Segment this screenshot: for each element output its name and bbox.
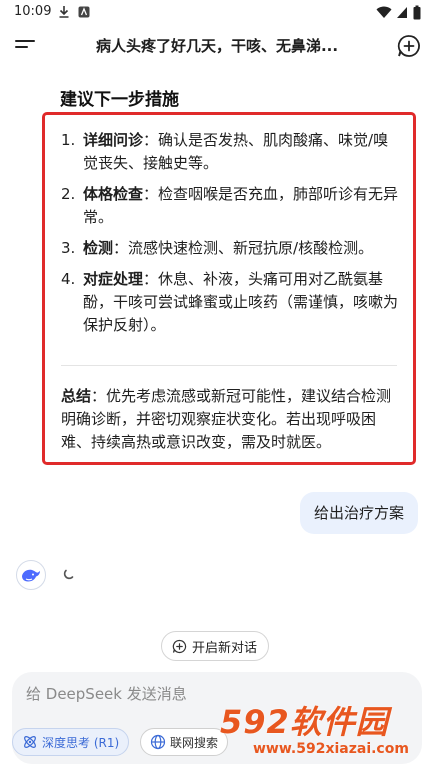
message-composer: 深度思考 (R1) 联网搜索: [12, 672, 422, 764]
summary-text: ：优先考虑流感或新冠可能性，建议结合检测明确诊断，并密切观察症状变化。若出现呼吸…: [61, 387, 392, 451]
web-search-toggle[interactable]: 联网搜索: [140, 728, 229, 756]
wifi-icon: [376, 6, 392, 18]
globe-icon: [150, 734, 166, 750]
step-term: 体格检查: [83, 185, 144, 203]
step-term: 检测: [83, 239, 114, 257]
new-chat-icon[interactable]: [396, 33, 422, 59]
steps-list: 1. 详细问诊：确认是否发热、肌肉酸痛、味觉/嗅觉丧失、接触史等。 2. 体格检查：…: [61, 129, 401, 345]
status-bar: 10:09: [0, 0, 434, 26]
top-bar: 病人头疼了好几天，干咳、无鼻涕...: [0, 26, 434, 66]
list-item: 2. 体格检查：检查咽喉是否充血，肺部听诊有无异常。: [61, 183, 401, 229]
status-time: 10:09: [14, 4, 52, 19]
summary-paragraph: 总结：优先考虑流感或新冠可能性，建议结合检测明确诊断，并密切观察症状变化。若出现…: [61, 385, 401, 454]
loading-spinner-icon: [63, 569, 74, 580]
answer-heading: 建议下一步措施: [60, 90, 179, 110]
divider: [61, 365, 397, 366]
highlighted-answer-box: 1. 详细问诊：确认是否发热、肌肉酸痛、味觉/嗅觉丧失、接触史等。 2. 体格检查：…: [42, 112, 416, 465]
download-icon: [59, 6, 69, 18]
app-notification-icon: [78, 6, 90, 18]
web-search-label: 联网搜索: [170, 735, 219, 750]
avatar: [16, 560, 46, 590]
deep-think-toggle[interactable]: 深度思考 (R1): [12, 728, 130, 756]
deep-think-label: 深度思考 (R1): [42, 735, 120, 750]
signal-icon: [397, 7, 407, 18]
step-term: 详细问诊: [83, 131, 144, 149]
step-number: 3.: [61, 239, 76, 257]
list-item: 3. 检测：流感快速检测、新冠抗原/核酸检测。: [61, 237, 401, 260]
new-chat-icon: [172, 639, 187, 653]
step-number: 2.: [61, 185, 76, 203]
step-term: 对症处理: [83, 270, 144, 288]
summary-term: 总结: [61, 387, 92, 405]
step-text: ：流感快速检测、新冠抗原/核酸检测。: [113, 239, 374, 257]
battery-icon: [413, 5, 421, 20]
list-item: 4. 对症处理：休息、补液，头痛可用对乙酰氨基酚，干咳可尝试蜂蜜或止咳药（需谨慎，…: [61, 268, 401, 337]
atom-icon: [24, 736, 36, 748]
new-conversation-label: 开启新对话: [192, 640, 258, 656]
step-number: 4.: [61, 270, 76, 288]
menu-icon[interactable]: [14, 36, 36, 56]
step-number: 1.: [61, 131, 76, 149]
conversation-title: 病人头疼了好几天，干咳、无鼻涕...: [95, 37, 339, 55]
deepseek-whale-icon: [22, 569, 40, 582]
message-input[interactable]: [24, 684, 408, 704]
user-message-bubble: 给出治疗方案: [299, 492, 418, 534]
list-item: 1. 详细问诊：确认是否发热、肌肉酸痛、味觉/嗅觉丧失、接触史等。: [61, 129, 401, 175]
new-conversation-button[interactable]: 开启新对话: [161, 631, 270, 661]
